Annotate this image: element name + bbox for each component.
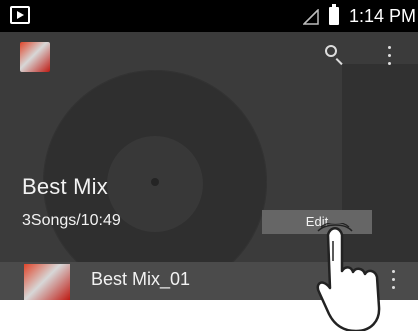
song-art <box>24 264 70 300</box>
vinyl-center <box>151 178 159 186</box>
status-time: 1:14 PM <box>349 6 417 26</box>
song-title: Best Mix_01 <box>91 269 191 289</box>
playlist-title: Best Mix <box>22 174 108 199</box>
top-toolbar <box>0 32 418 80</box>
touch-hand-icon <box>316 223 381 331</box>
play-store-icon <box>10 6 30 24</box>
more-vert-icon[interactable] <box>379 44 399 68</box>
playlist-meta: 3Songs/10:49 <box>22 212 121 229</box>
battery-icon <box>329 4 339 25</box>
signal-icon <box>303 9 319 25</box>
search-icon[interactable] <box>322 42 350 70</box>
app-logo-icon[interactable] <box>20 42 50 72</box>
status-bar: 1:14 PM <box>0 0 418 32</box>
